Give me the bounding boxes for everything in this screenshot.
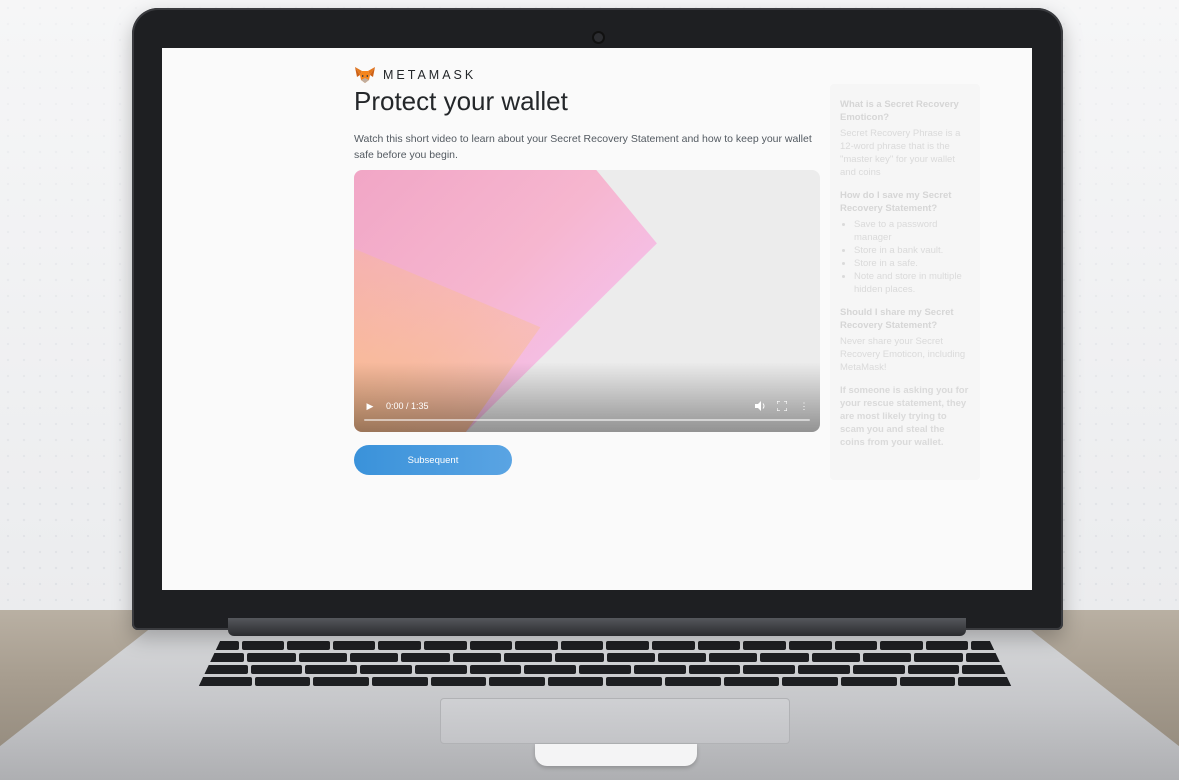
play-icon[interactable]: ▶ <box>364 400 376 412</box>
page-title: Protect your wallet <box>354 86 568 116</box>
keyboard <box>196 640 1014 692</box>
faq-answer-3: Never share your Secret Recovery Emotico… <box>840 336 966 373</box>
faq-answer-1: Secret Recovery Phrase is a 12-word phra… <box>840 128 961 178</box>
faq-tips-list: Save to a password manager Store in a ba… <box>840 218 970 296</box>
list-item: Save to a password manager <box>854 218 970 244</box>
fullscreen-icon[interactable] <box>776 400 788 412</box>
intro-video-player[interactable]: ▶ 0:00 / 1:35 ⋮ <box>354 170 820 432</box>
faq-question-2: How do I save my Secret Recovery Stateme… <box>840 190 952 214</box>
laptop-screen: METAMASK Protect your wallet Watch this … <box>162 48 1032 590</box>
webcam-icon <box>594 33 603 42</box>
volume-icon[interactable] <box>754 400 766 412</box>
faq-question-3: Should I share my Secret Recovery Statem… <box>840 307 954 331</box>
faq-question-1: What is a Secret Recovery Emoticon? <box>840 99 959 123</box>
list-item: Store in a safe. <box>854 257 970 270</box>
video-progress-bar[interactable] <box>364 419 810 421</box>
lid-notch <box>535 744 697 766</box>
more-options-icon[interactable]: ⋮ <box>798 400 810 412</box>
faq-warning: If someone is asking you for your rescue… <box>840 385 969 448</box>
list-item: Note and store in multiple hidden places… <box>854 270 970 296</box>
video-controls-shade <box>354 362 820 432</box>
trackpad <box>440 698 790 744</box>
list-item: Store in a bank vault. <box>854 244 970 257</box>
brand: METAMASK <box>354 66 476 84</box>
laptop-hinge <box>228 618 966 636</box>
metamask-fox-icon <box>355 67 375 83</box>
brand-name: METAMASK <box>383 68 477 82</box>
faq-panel: What is a Secret Recovery Emoticon? Secr… <box>830 84 980 480</box>
video-controls: ▶ 0:00 / 1:35 ⋮ <box>364 398 810 414</box>
page-description: Watch this short video to learn about yo… <box>354 133 812 161</box>
next-button[interactable]: Subsequent <box>354 445 512 475</box>
video-time: 0:00 / 1:35 <box>386 401 429 411</box>
